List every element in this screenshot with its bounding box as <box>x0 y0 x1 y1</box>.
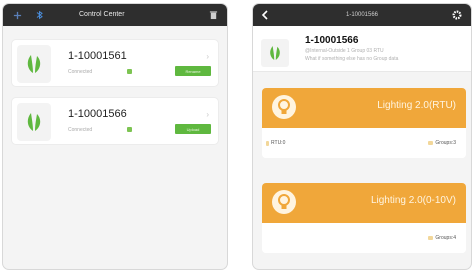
group-title: Lighting 2.0(0-10V) <box>370 195 456 206</box>
control-center-screen: Control Center 1-10001561 Connected › Re… <box>2 3 228 270</box>
list-item[interactable]: 1-10001566 Connected › Upload <box>11 97 219 145</box>
status-dot <box>127 69 132 74</box>
chevron-right-icon[interactable]: › <box>206 52 209 61</box>
rtu-icon <box>266 140 269 146</box>
chevron-right-icon[interactable]: › <box>206 110 209 119</box>
upload-button[interactable]: Upload <box>175 124 211 134</box>
device-header: 1-10001566 @Internal-Outside 1 Group 03 … <box>253 26 471 72</box>
leaf-logo-icon <box>261 39 289 67</box>
gear-icon[interactable] <box>451 9 463 21</box>
trash-icon[interactable] <box>207 9 219 21</box>
group-card[interactable]: Lighting 2.0(0-10V) Groups:4 <box>262 183 466 253</box>
leaf-logo-icon <box>17 45 51 83</box>
group-card[interactable]: Lighting 2.0(RTU) RTU:0 Groups:3 <box>262 88 466 158</box>
device-description: @Internal-Outside 1 Group 03 RTU <box>305 48 384 54</box>
bluetooth-icon[interactable] <box>33 9 45 21</box>
device-list: 1-10001561 Connected › Rename 1-10001566… <box>3 26 227 145</box>
device-status: Connected <box>68 69 93 75</box>
rtu-count: RTU:0 <box>266 140 285 146</box>
rename-button[interactable]: Rename <box>175 66 211 76</box>
list-item[interactable]: 1-10001561 Connected › Rename <box>11 39 219 87</box>
device-name: 1-10001566 <box>305 35 359 46</box>
device-description-secondary: What if something else has no Group data <box>305 56 399 62</box>
top-bar: Control Center <box>3 4 227 26</box>
top-bar: 1-10001566 <box>253 4 471 26</box>
plus-icon[interactable] <box>11 9 23 21</box>
device-detail-screen: 1-10001566 1-10001566 @Internal-Outside … <box>252 3 472 270</box>
groups-count: Groups:4 <box>428 235 456 241</box>
page-title: Control Center <box>79 11 125 18</box>
group-card-body: RTU:0 Groups:3 <box>262 128 466 158</box>
group-card-body: Groups:4 <box>262 223 466 253</box>
back-arrow-icon[interactable] <box>259 9 271 21</box>
folder-icon <box>428 141 434 145</box>
leaf-logo-icon <box>17 103 51 141</box>
group-card-header: Lighting 2.0(0-10V) <box>262 183 466 223</box>
status-dot <box>127 127 132 132</box>
device-name: 1-10001561 <box>68 50 127 62</box>
device-status: Connected <box>68 127 93 133</box>
folder-icon <box>428 236 434 240</box>
group-card-header: Lighting 2.0(RTU) <box>262 88 466 128</box>
groups-count: Groups:3 <box>428 140 456 146</box>
lightbulb-icon <box>272 95 296 119</box>
group-title: Lighting 2.0(RTU) <box>377 100 456 111</box>
page-title: 1-10001566 <box>345 12 379 18</box>
device-name: 1-10001566 <box>68 108 127 120</box>
lightbulb-icon <box>272 190 296 214</box>
